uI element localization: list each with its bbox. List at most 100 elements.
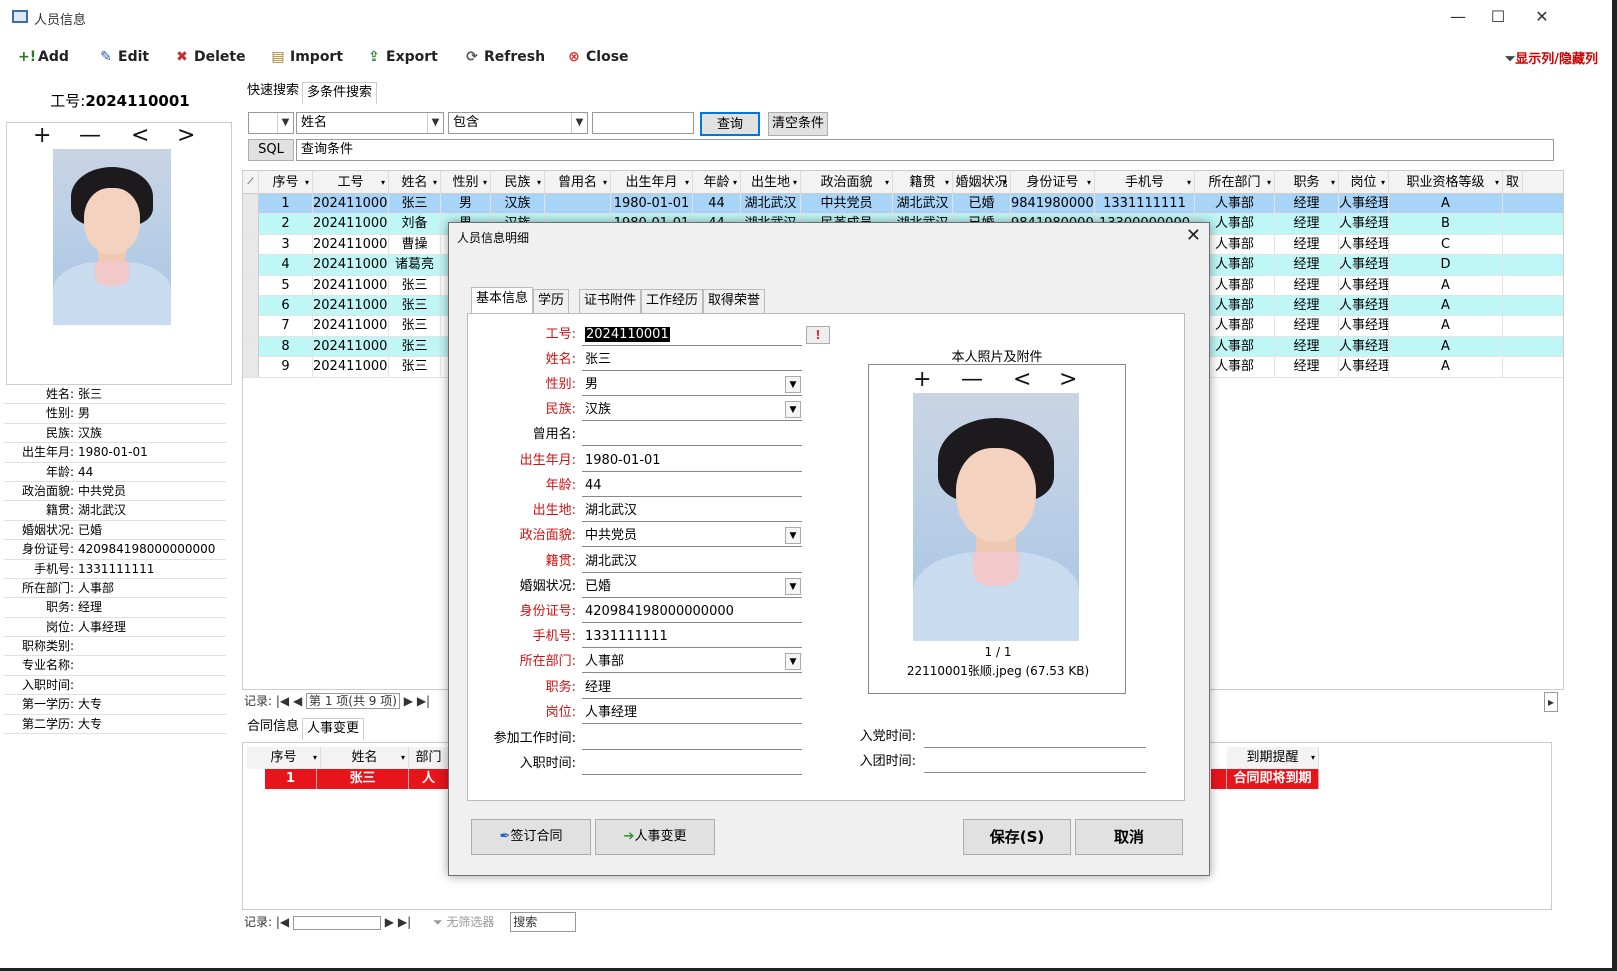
warning-icon[interactable]: !	[806, 326, 830, 344]
table-cell[interactable]: 人事部	[1195, 194, 1275, 214]
grid-col-header[interactable]: 身份证号 ▾	[1011, 171, 1095, 194]
field-input[interactable]: 人事部 ▼	[582, 651, 802, 673]
chevron-down-icon[interactable]: ▼	[785, 653, 801, 670]
field-input[interactable]	[582, 728, 802, 750]
sort-dropdown-icon[interactable]: ▾	[793, 171, 797, 194]
grid-col-header[interactable]: 政治面貌 ▾	[801, 171, 893, 194]
prev-attachment-icon[interactable]: <	[1013, 369, 1031, 391]
sort-dropdown-icon[interactable]: ▾	[1087, 171, 1091, 194]
row-selector[interactable]	[243, 316, 259, 337]
tab-quick-search[interactable]: 快速搜索	[242, 80, 305, 102]
table-cell[interactable]: 经理	[1275, 275, 1339, 296]
chevron-down-icon[interactable]: ▼	[785, 527, 801, 544]
sort-dropdown-icon[interactable]: ▾	[483, 171, 487, 194]
tab-personnel-change[interactable]: 人事变更	[302, 718, 365, 740]
table-cell[interactable]: 张三	[389, 194, 441, 214]
table-cell[interactable]: 张三	[389, 275, 441, 296]
table-cell[interactable]: 7	[259, 316, 313, 337]
row-selector[interactable]	[243, 214, 259, 235]
table-cell[interactable]: 诸葛亮	[389, 255, 441, 276]
operator-combo[interactable]: 包含 ▼	[448, 112, 588, 134]
table-cell[interactable]: 经理	[1275, 357, 1339, 378]
grid-col-header[interactable]: 职务 ▾	[1275, 171, 1339, 194]
table-cell[interactable]: 9	[259, 357, 313, 378]
maximize-button[interactable]: ☐	[1476, 4, 1520, 30]
sort-dropdown-icon[interactable]: ▾	[433, 171, 437, 194]
row-selector[interactable]	[243, 234, 259, 255]
logic-combo[interactable]: ▼	[248, 112, 294, 134]
row-selector[interactable]	[243, 296, 259, 316]
table-cell[interactable]: A	[1389, 336, 1503, 357]
sort-dropdown-icon[interactable]: ▾	[1381, 171, 1385, 194]
remove-photo-icon[interactable]: —	[79, 125, 101, 147]
table-cell[interactable]: 人事经理	[1339, 255, 1389, 276]
sort-dropdown-icon[interactable]: ▾	[603, 171, 607, 194]
grid-col-header[interactable]: 所在部门 ▾	[1195, 171, 1275, 194]
dialog-close-icon[interactable]: ✕	[1186, 225, 1201, 246]
party-date-input[interactable]	[924, 726, 1146, 748]
table-cell[interactable]: 2024110009	[313, 357, 389, 378]
first-record-icon[interactable]: |◀	[276, 694, 293, 708]
next-record-icon[interactable]: ▶ ▶|	[385, 915, 411, 929]
scroll-right-icon[interactable]: ▸	[1544, 692, 1558, 712]
table-cell[interactable]: 8	[259, 336, 313, 357]
table-cell[interactable]: 44	[693, 194, 741, 214]
table-cell[interactable]: 经理	[1275, 255, 1339, 276]
chevron-down-icon[interactable]: ▼	[785, 401, 801, 418]
table-cell[interactable]: 经理	[1275, 296, 1339, 316]
table-cell[interactable]: 6	[259, 296, 313, 316]
add-attachment-icon[interactable]: +	[913, 369, 931, 391]
sort-dropdown-icon[interactable]: ▾	[1331, 171, 1335, 194]
table-cell[interactable]: 张三	[389, 316, 441, 337]
row-selector[interactable]	[243, 194, 259, 214]
table-cell[interactable]: 2	[259, 214, 313, 235]
field-input[interactable]: 420984198000000000	[582, 601, 802, 623]
table-cell[interactable]: 人事经理	[1339, 336, 1389, 357]
table-cell[interactable]: 湖北武汉	[741, 194, 801, 214]
table-cell[interactable]: 2024110001	[313, 194, 389, 214]
field-input[interactable]: 人事经理	[582, 702, 802, 724]
table-cell[interactable]: 3	[259, 234, 313, 255]
next-attachment-icon[interactable]: >	[1059, 369, 1077, 391]
field-input[interactable]: 2024110001	[582, 324, 802, 346]
grid-col-header[interactable]: 民族 ▾	[491, 171, 545, 194]
sort-dropdown-icon[interactable]: ▾	[685, 171, 689, 194]
grid-col-header[interactable]: 工号 ▾	[313, 171, 389, 194]
sort-dropdown-icon[interactable]: ▾	[1267, 171, 1271, 194]
field-input[interactable]: 44	[582, 475, 802, 497]
record-position[interactable]: 第 1 项(共 9 项)	[306, 693, 400, 709]
grid-col-header[interactable]: 曾用名 ▾	[545, 171, 611, 194]
field-combo[interactable]: 姓名 ▼	[296, 112, 444, 134]
next-record-icon[interactable]: ▶	[404, 694, 413, 708]
table-cell[interactable]: 4	[259, 255, 313, 276]
sql-button[interactable]: SQL	[248, 139, 294, 161]
show-hide-columns-button[interactable]: ⏷显示列/隐藏列	[1505, 48, 1598, 67]
grid-col-header[interactable]: 职业资格等级 ▾	[1389, 171, 1503, 194]
field-input[interactable]: 男 ▼	[582, 374, 802, 396]
add-button[interactable]: +! Add	[18, 42, 69, 72]
table-cell[interactable]: 曹操	[389, 234, 441, 255]
dtab-honors[interactable]: 取得荣誉	[703, 289, 766, 313]
table-cell[interactable]: 2024110006	[313, 296, 389, 316]
dtab-certificates[interactable]: 证书附件	[579, 289, 642, 313]
sort-dropdown-icon[interactable]: ▾	[1187, 171, 1191, 194]
table-cell[interactable]: B	[1389, 214, 1503, 235]
chevron-down-icon[interactable]: ▼	[785, 376, 801, 393]
sort-dropdown-icon[interactable]: ▾	[381, 171, 385, 194]
field-input[interactable]: 湖北武汉	[582, 551, 802, 573]
table-cell[interactable]: 中共党员	[801, 194, 893, 214]
table-cell[interactable]: 经理	[1275, 214, 1339, 235]
minimize-button[interactable]: —	[1436, 4, 1480, 30]
table-cell[interactable]: 2024110003	[313, 234, 389, 255]
table-cell[interactable]: 张三	[389, 296, 441, 316]
table-cell[interactable]: 人事经理	[1339, 296, 1389, 316]
field-input[interactable]: 已婚 ▼	[582, 576, 802, 598]
table-cell[interactable]: C	[1389, 234, 1503, 255]
contract-cell-index[interactable]: 1	[265, 769, 317, 789]
table-cell[interactable]: 5	[259, 275, 313, 296]
table-cell[interactable]: A	[1389, 357, 1503, 378]
no-filter-button[interactable]: ⏷ 无筛选器	[433, 915, 494, 929]
field-input[interactable]: 中共党员 ▼	[582, 525, 802, 547]
edit-button[interactable]: ✎ Edit	[98, 42, 149, 72]
table-cell[interactable]: D	[1389, 255, 1503, 276]
